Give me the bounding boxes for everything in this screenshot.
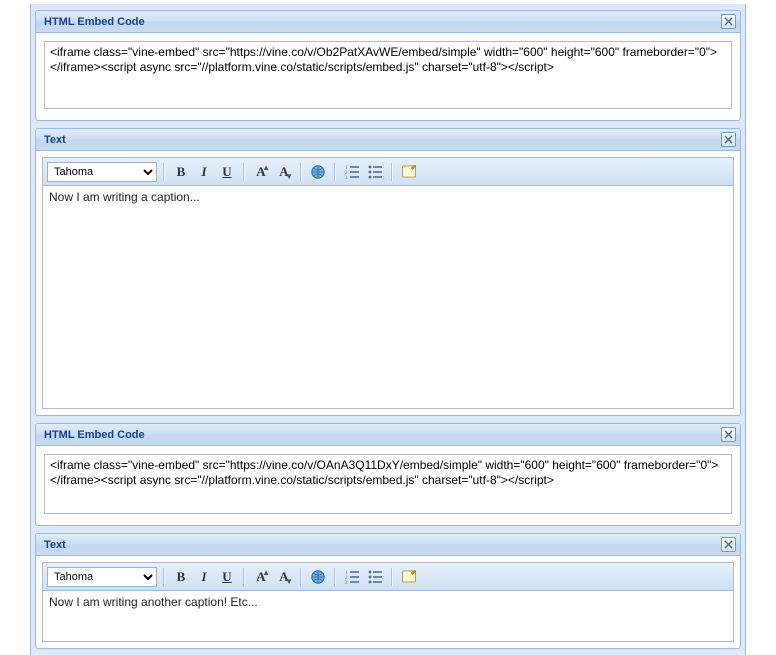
panels-container: HTML Embed Code Text Tahoma B <box>30 4 746 655</box>
panel-header: HTML Embed Code <box>36 424 740 446</box>
link-button[interactable] <box>308 162 328 182</box>
rich-text-editor[interactable]: Now I am writing another caption! Etc... <box>43 591 733 641</box>
panel-title: Text <box>44 539 66 551</box>
source-edit-button[interactable] <box>399 567 419 587</box>
arrow-down-icon: ▼ <box>285 577 293 586</box>
globe-icon <box>310 164 326 180</box>
panel-header: Text <box>36 534 740 556</box>
italic-button[interactable]: I <box>194 162 214 182</box>
unordered-list-icon <box>367 164 383 180</box>
font-select[interactable]: Tahoma <box>47 567 157 587</box>
toolbar-separator <box>391 568 393 586</box>
bold-button[interactable]: B <box>171 162 191 182</box>
panel-title: HTML Embed Code <box>44 429 145 441</box>
source-edit-icon <box>401 569 417 585</box>
ordered-list-icon: 123 <box>344 164 360 180</box>
font-select[interactable]: Tahoma <box>47 162 157 182</box>
panel-text-1: Text Tahoma B I U A▲ A▼ <box>35 128 741 416</box>
toolbar-separator <box>300 568 302 586</box>
panel-header: Text <box>36 129 740 151</box>
arrow-up-icon: ▲ <box>262 568 270 577</box>
grow-font-button[interactable]: A▲ <box>251 162 271 182</box>
embed-code-textarea[interactable] <box>44 41 732 109</box>
panel-title: HTML Embed Code <box>44 16 145 28</box>
editor-frame: Tahoma B I U A▲ A▼ 123 <box>42 157 734 409</box>
close-button[interactable] <box>721 537 736 552</box>
close-icon <box>724 135 733 144</box>
toolbar-separator <box>243 568 245 586</box>
arrow-down-icon: ▼ <box>285 172 293 181</box>
ordered-list-icon: 123 <box>344 569 360 585</box>
ordered-list-button[interactable]: 123 <box>342 162 362 182</box>
editor-toolbar: Tahoma B I U A▲ A▼ 123 <box>43 563 733 591</box>
svg-text:3: 3 <box>345 176 348 180</box>
arrow-up-icon: ▲ <box>262 163 270 172</box>
panel-title: Text <box>44 134 66 146</box>
toolbar-separator <box>334 163 336 181</box>
close-button[interactable] <box>721 14 736 29</box>
panel-html-embed-2: HTML Embed Code <box>35 423 741 526</box>
bold-button[interactable]: B <box>171 567 191 587</box>
close-icon <box>724 17 733 26</box>
toolbar-separator <box>391 163 393 181</box>
shrink-font-button[interactable]: A▼ <box>274 567 294 587</box>
toolbar-separator <box>300 163 302 181</box>
toolbar-separator <box>334 568 336 586</box>
unordered-list-icon <box>367 569 383 585</box>
editor-frame: Tahoma B I U A▲ A▼ 123 <box>42 562 734 642</box>
ordered-list-button[interactable]: 123 <box>342 567 362 587</box>
source-edit-button[interactable] <box>399 162 419 182</box>
panel-body: Tahoma B I U A▲ A▼ 123 <box>36 562 740 642</box>
close-icon <box>724 540 733 549</box>
panel-body <box>36 33 740 120</box>
toolbar-separator <box>163 568 165 586</box>
panel-text-2: Text Tahoma B I U A▲ A▼ <box>35 533 741 649</box>
panel-body <box>36 446 740 525</box>
close-button[interactable] <box>721 427 736 442</box>
toolbar-separator <box>163 163 165 181</box>
close-button[interactable] <box>721 132 736 147</box>
underline-button[interactable]: U <box>217 567 237 587</box>
unordered-list-button[interactable] <box>365 567 385 587</box>
rich-text-editor[interactable]: Now I am writing a caption... <box>43 186 733 408</box>
link-button[interactable] <box>308 567 328 587</box>
globe-icon <box>310 569 326 585</box>
underline-button[interactable]: U <box>217 162 237 182</box>
panel-body: Tahoma B I U A▲ A▼ 123 <box>36 157 740 409</box>
svg-text:3: 3 <box>345 581 348 585</box>
embed-code-textarea[interactable] <box>44 454 732 514</box>
unordered-list-button[interactable] <box>365 162 385 182</box>
grow-font-button[interactable]: A▲ <box>251 567 271 587</box>
close-icon <box>724 430 733 439</box>
italic-button[interactable]: I <box>194 567 214 587</box>
source-edit-icon <box>401 164 417 180</box>
panel-header: HTML Embed Code <box>36 11 740 33</box>
editor-toolbar: Tahoma B I U A▲ A▼ 123 <box>43 158 733 186</box>
shrink-font-button[interactable]: A▼ <box>274 162 294 182</box>
panel-html-embed-1: HTML Embed Code <box>35 10 741 121</box>
toolbar-separator <box>243 163 245 181</box>
